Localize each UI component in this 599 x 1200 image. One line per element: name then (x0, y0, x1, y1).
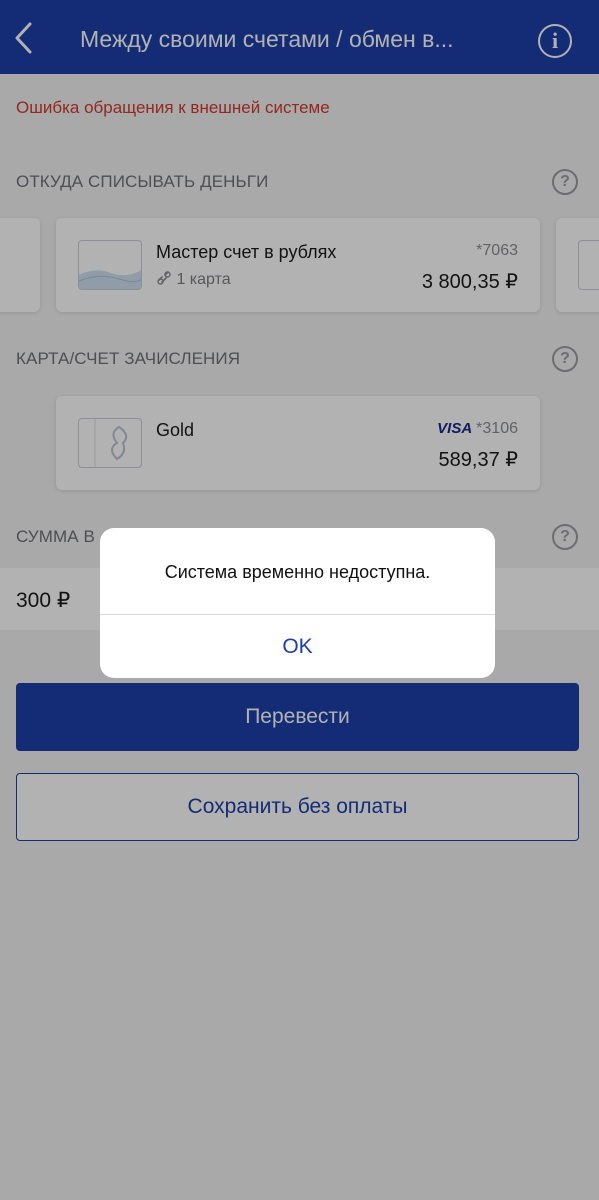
alert-dialog: Система временно недоступна. OK (100, 528, 495, 678)
dialog-message: Система временно недоступна. (164, 562, 431, 582)
ok-button[interactable]: OK (100, 615, 495, 678)
